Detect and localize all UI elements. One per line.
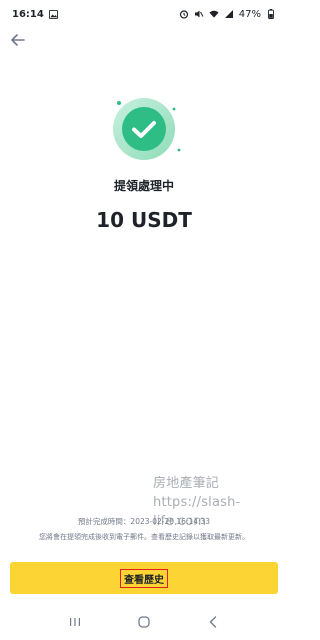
watermark-title: 房地產筆記 (153, 476, 220, 491)
email-notice: 您將會在提領完成後收到電子郵件。查看歷史記錄以獲取最新更新。 (39, 533, 249, 541)
status-left: 16:14 (12, 9, 59, 20)
back-button[interactable] (8, 32, 28, 48)
arrow-left-icon (11, 34, 25, 46)
status-right: 47% (179, 9, 276, 20)
status-bar: 16:14 47% (0, 0, 288, 28)
chevron-left-icon (210, 616, 217, 628)
nav-back-button[interactable] (201, 610, 225, 634)
withdraw-amount: 10 USDT (96, 208, 192, 232)
view-history-button[interactable]: 查看歷史 (10, 562, 278, 594)
status-time: 16:14 (12, 8, 44, 20)
home-icon (138, 616, 150, 628)
wifi-icon (209, 9, 219, 19)
view-history-label: 查看歷史 (120, 568, 168, 588)
checkmark-circle-icon (113, 98, 181, 160)
nav-recents-button[interactable] (63, 610, 87, 634)
signal-icon (224, 9, 234, 19)
gallery-notification-icon (49, 9, 59, 19)
battery-percent: 47% (238, 8, 261, 20)
estimated-completion-time: 預計完成時間：2023-02-20 16:14:33 (77, 517, 211, 526)
mute-icon (194, 9, 204, 19)
system-nav-bar (0, 604, 288, 640)
alarm-icon (179, 9, 189, 19)
success-graphic (104, 96, 184, 176)
recents-icon (69, 618, 80, 626)
battery-icon (266, 9, 276, 19)
withdraw-status-title: 提領處理中 (113, 179, 174, 193)
nav-home-button[interactable] (132, 610, 156, 634)
